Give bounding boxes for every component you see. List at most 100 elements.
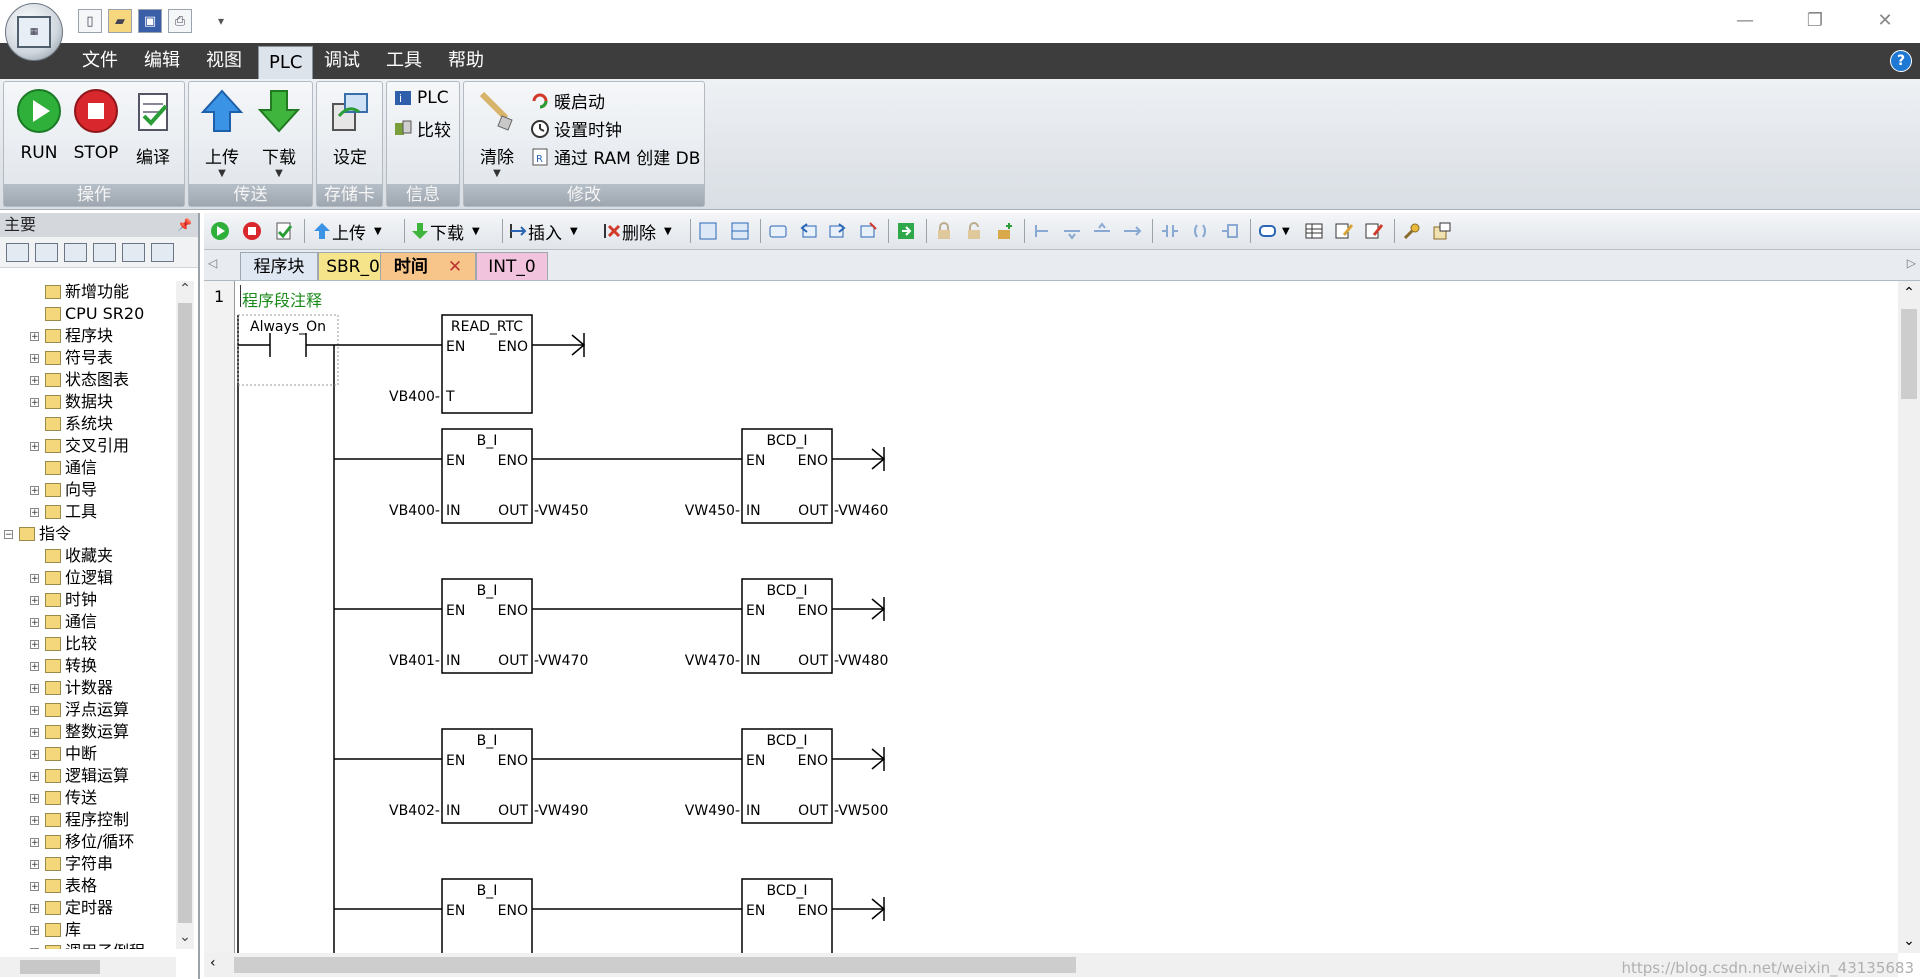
minimize-icon[interactable]: — <box>1710 0 1780 40</box>
tree-item[interactable]: + 定时器 <box>30 897 113 919</box>
delete-button[interactable]: 删除 ▼ <box>602 219 672 244</box>
tree-item[interactable]: + 字符串 <box>30 853 113 875</box>
expand-toggle-icon[interactable]: + <box>30 815 39 825</box>
expand-toggle-icon[interactable]: + <box>30 859 39 869</box>
ladder-diagram[interactable]: Always_On READ_RTC EN ENO T VB400- B_I EN ENO IN O… <box>204 281 1804 953</box>
chevron-down-icon[interactable]: ▼ <box>472 226 480 237</box>
tree-item[interactable]: + 调用子例程 <box>30 941 145 949</box>
expand-toggle-icon[interactable]: + <box>30 881 39 891</box>
tree-item[interactable]: + 工具 <box>30 501 97 523</box>
scrollbar-thumb[interactable] <box>178 303 192 923</box>
tree-item[interactable]: + 符号表 <box>30 347 113 369</box>
expand-toggle-icon[interactable]: + <box>30 903 39 913</box>
new-file-icon[interactable]: ▯ <box>78 9 102 33</box>
expand-toggle-icon[interactable]: + <box>30 639 39 649</box>
table-icon[interactable] <box>35 242 58 262</box>
expand-toggle-icon[interactable]: + <box>30 353 39 363</box>
scrollbar-thumb[interactable] <box>20 960 100 974</box>
bookmark-next-button[interactable] <box>828 219 848 243</box>
menu-debug[interactable]: 调试 <box>324 43 360 79</box>
line-right-button[interactable] <box>1122 219 1142 243</box>
chevron-down-icon[interactable]: ▼ <box>664 226 672 237</box>
tree-item[interactable]: + 向导 <box>30 479 97 501</box>
tab-sbr-0[interactable]: SBR_0 <box>318 252 388 280</box>
scroll-down-icon[interactable]: ⌄ <box>1898 933 1920 949</box>
tree-item[interactable]: + 时钟 <box>30 589 97 611</box>
insert-coil-button[interactable] <box>1190 219 1210 243</box>
compile-button[interactable]: 编译 <box>126 88 180 168</box>
download-small-button[interactable]: 下载 ▼ <box>410 219 480 244</box>
branch-down-button[interactable] <box>1032 219 1052 243</box>
expand-toggle-icon[interactable]: + <box>30 925 39 935</box>
tree-item[interactable]: CPU SR20 <box>30 303 144 325</box>
expand-toggle-icon[interactable]: + <box>30 749 39 759</box>
expand-toggle-icon[interactable]: + <box>30 397 39 407</box>
expand-toggle-icon[interactable]: + <box>30 793 39 803</box>
expand-toggle-icon[interactable]: + <box>30 331 39 341</box>
run-small-button[interactable] <box>210 219 230 243</box>
symbol-table-button[interactable] <box>1304 219 1324 243</box>
tree-item[interactable]: + 库 <box>30 919 81 941</box>
expand-toggle-icon[interactable]: + <box>30 705 39 715</box>
download-button[interactable]: 下载 ▼ <box>252 88 306 179</box>
customize-qat-dropdown[interactable]: ▾ <box>218 14 224 28</box>
tree-item[interactable]: 新增功能 <box>30 281 129 303</box>
chevron-down-icon[interactable]: ▼ <box>374 226 382 237</box>
expand-toggle-icon[interactable]: + <box>30 375 39 385</box>
line-down-button[interactable] <box>1062 219 1082 243</box>
insert-contact-button[interactable] <box>1160 219 1180 243</box>
tree-item[interactable]: + 位逻辑 <box>30 567 113 589</box>
tree-item[interactable]: + 程序块 <box>30 325 113 347</box>
tree-item[interactable]: + 中断 <box>30 743 97 765</box>
unlock-button[interactable] <box>964 219 984 243</box>
run-button[interactable]: RUN <box>12 88 66 163</box>
tree-item[interactable]: 收藏夹 <box>30 545 113 567</box>
document-icon[interactable] <box>64 242 87 262</box>
tree-item[interactable]: + 逻辑运算 <box>30 765 129 787</box>
network-icon-button[interactable] <box>698 219 718 243</box>
monitor-icon[interactable] <box>151 242 174 262</box>
expand-toggle-icon[interactable]: + <box>30 837 39 847</box>
chevron-down-icon[interactable]: ▼ <box>195 168 249 179</box>
tree-item[interactable]: + 状态图表 <box>30 369 129 391</box>
expand-toggle-icon[interactable]: + <box>30 683 39 693</box>
insert-button[interactable]: 插入 ▼ <box>508 219 578 244</box>
tree-item[interactable]: + 表格 <box>30 875 97 897</box>
edit-table-button[interactable] <box>1334 219 1354 243</box>
stop-small-button[interactable] <box>242 219 262 243</box>
scroll-down-icon[interactable]: ⌄ <box>176 929 194 949</box>
application-menu-button[interactable]: ▦ <box>5 3 63 61</box>
chevron-down-icon[interactable]: ▼ <box>1282 226 1290 237</box>
expand-toggle-icon[interactable]: + <box>30 507 39 517</box>
menu-plc[interactable]: PLC <box>258 46 314 79</box>
tree-item[interactable]: + 交叉引用 <box>30 435 129 457</box>
menu-view[interactable]: 视图 <box>206 43 242 79</box>
expand-toggle-icon[interactable]: + <box>30 661 39 671</box>
tree-vertical-scrollbar[interactable]: ⌃ ⌄ <box>176 281 194 949</box>
print-icon[interactable]: ⎙ <box>168 9 192 33</box>
upload-button[interactable]: 上传 ▼ <box>195 88 249 179</box>
menu-tools[interactable]: 工具 <box>386 43 422 79</box>
tree-item[interactable]: 通信 <box>30 457 97 479</box>
chevron-down-icon[interactable]: ▼ <box>470 168 524 179</box>
clear-button[interactable]: 清除 ▼ <box>470 88 524 179</box>
expand-toggle-icon[interactable]: + <box>30 595 39 605</box>
view-icon[interactable] <box>6 242 29 262</box>
key-button[interactable] <box>1402 219 1422 243</box>
tree-item[interactable]: + 通信 <box>30 611 97 633</box>
scroll-left-icon[interactable]: ‹ <box>210 955 216 971</box>
tree-item[interactable]: + 整数运算 <box>30 721 129 743</box>
plc-info-button[interactable]: i PLC <box>393 88 449 108</box>
tree-item[interactable]: + 程序控制 <box>30 809 129 831</box>
properties-button[interactable] <box>1432 219 1452 243</box>
tab-program-block[interactable]: 程序块 <box>240 252 318 280</box>
bookmark-prev-button[interactable] <box>798 219 818 243</box>
compare-button[interactable]: 比较 <box>393 116 451 141</box>
goto-button[interactable] <box>896 219 916 243</box>
expand-toggle-icon[interactable]: + <box>30 727 39 737</box>
open-folder-icon[interactable]: ▰ <box>108 9 132 33</box>
close-icon[interactable]: ✕ <box>1850 0 1920 40</box>
tree-item[interactable]: + 转换 <box>30 655 97 677</box>
ladder-canvas[interactable]: 1 程序段注释 Always_On READ_RTC EN ENO T VB400- B_I… <box>204 281 1894 953</box>
data-block-icon[interactable] <box>122 242 145 262</box>
